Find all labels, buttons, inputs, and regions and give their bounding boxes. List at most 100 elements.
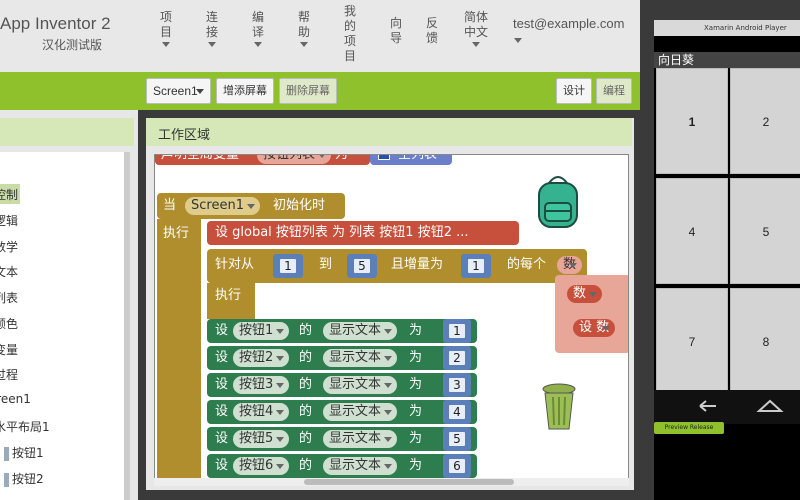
for-range-block[interactable]: 针对从 1 到 5 且增量为 1 的每个 数 [207, 249, 587, 283]
set-button-text-block[interactable]: 设按钮6 的显示文本为 6 [207, 454, 477, 478]
grid-cell-7[interactable]: 7 [656, 288, 728, 394]
grid-cell-8[interactable]: 8 [730, 288, 800, 394]
palette-item-variables[interactable]: 变量 [0, 341, 18, 358]
set-row-of: 的 [299, 404, 313, 419]
global-var-block[interactable]: 声明全局变量 按钮列表 为 [155, 155, 370, 165]
set-row-of: 的 [299, 377, 313, 392]
set-row-comp[interactable]: 按钮1 [233, 322, 290, 340]
set-row-set: 设 [215, 458, 229, 473]
set-global-list-block[interactable]: 设 global 按钮列表 为 列表 按钮1 按钮2 ... [207, 221, 519, 245]
set-row-comp[interactable]: 按钮6 [233, 457, 290, 475]
number-value: 4 [447, 403, 467, 421]
backpack-icon[interactable] [533, 169, 583, 233]
palette-scrollbar[interactable] [124, 152, 130, 500]
number-block[interactable]: 2 [443, 346, 471, 370]
number-block[interactable]: 6 [443, 454, 471, 478]
remove-screen-button[interactable]: 删除屏幕 [279, 78, 337, 104]
set-row-prop[interactable]: 显示文本 [323, 376, 398, 394]
set-row-set: 设 [215, 377, 229, 392]
for-range-body: 执行 [207, 283, 255, 319]
grid-cell-2[interactable]: 2 [730, 68, 800, 174]
tree-item-hlayout1[interactable]: 水平布局1 [0, 418, 50, 435]
menu-project[interactable]: 项目 [158, 10, 174, 47]
screen-select[interactable]: Screen1 [146, 78, 211, 104]
emulator-titlebar: Xamarin Android Player [654, 20, 800, 36]
scroll-thumb[interactable] [304, 479, 514, 485]
palette-item-math[interactable]: 数学 [0, 238, 18, 255]
set-button-text-block[interactable]: 设按钮4 的显示文本为 4 [207, 400, 477, 424]
chevron-down-icon [472, 42, 480, 47]
back-icon[interactable] [696, 398, 720, 414]
chevron-down-icon [196, 89, 204, 94]
set-button-text-block[interactable]: 设按钮3 的显示文本为 3 [207, 373, 477, 397]
tree-branch-icon [4, 446, 9, 461]
number-value: 2 [447, 349, 467, 367]
palette-item-colors[interactable]: 颜色 [0, 315, 18, 332]
trash-icon[interactable] [541, 383, 577, 431]
set-button-text-block[interactable]: 设按钮5 的显示文本为 5 [207, 427, 477, 451]
palette-header [0, 118, 134, 146]
number-value: 3 [447, 376, 467, 394]
set-row-to: 为 [409, 404, 423, 419]
blocks-button[interactable]: 编程 [596, 78, 632, 104]
menu-build[interactable]: 编译 [250, 10, 266, 47]
set-button-text-block[interactable]: 设按钮2 的显示文本为 2 [207, 346, 477, 370]
tree-item-screen1[interactable]: Screen1 [0, 392, 31, 406]
app-title: App Inventor 2 [0, 14, 111, 33]
set-row-set: 设 [215, 404, 229, 419]
from-number-block[interactable]: 1 [273, 254, 303, 278]
to-number-block[interactable]: 5 [347, 254, 377, 278]
number-block[interactable]: 5 [443, 427, 471, 451]
blocks-palette: 控制 逻辑 数学 文本 列表 颜色 变量 过程 Screen1 水平布局1 按钮… [0, 110, 138, 500]
set-row-prop[interactable]: 显示文本 [323, 457, 398, 475]
tree-item-button2[interactable]: 按钮2 [4, 470, 44, 487]
palette-item-text[interactable]: 文本 [0, 263, 18, 280]
menu-my-projects[interactable]: 我的项目 [342, 4, 358, 64]
set-row-comp[interactable]: 按钮5 [233, 430, 290, 448]
step-number-block[interactable]: 1 [461, 254, 491, 278]
palette-item-lists[interactable]: 列表 [0, 289, 18, 306]
number-block[interactable]: 4 [443, 400, 471, 424]
empty-list-block[interactable]: 空列表 [370, 155, 452, 165]
grid-cell-5[interactable]: 5 [730, 178, 800, 284]
set-row-prop[interactable]: 显示文本 [323, 430, 398, 448]
menu-language[interactable]: 简体中文 [462, 10, 490, 47]
loose-blocks-group[interactable]: 数 设 数 [555, 275, 628, 353]
set-row-prop[interactable]: 显示文本 [323, 322, 398, 340]
workspace-title: 工作区域 [158, 128, 211, 143]
designer-button[interactable]: 设计 [556, 78, 592, 104]
account-email[interactable]: test@example.com [513, 16, 624, 31]
set-row-set: 设 [215, 323, 229, 338]
set-row-to: 为 [409, 431, 423, 446]
screen-init-event-block[interactable]: 当 Screen1 初始化时 [157, 193, 345, 219]
set-row-prop[interactable]: 显示文本 [323, 403, 398, 421]
add-screen-button[interactable]: 增添屏幕 [216, 78, 274, 104]
menu-help[interactable]: 帮助 [296, 10, 312, 47]
menu-guide[interactable]: 向导 [388, 16, 404, 46]
chevron-down-icon[interactable] [514, 38, 522, 43]
tree-item-button1[interactable]: 按钮1 [4, 444, 44, 461]
palette-item-control[interactable]: 控制 [0, 186, 18, 203]
toolbar: Screen1 增添屏幕 删除屏幕 设计 编程 [0, 72, 640, 110]
grid-cell-4[interactable]: 4 [656, 178, 728, 284]
menu-connect[interactable]: 连接 [204, 10, 220, 47]
blocks-canvas[interactable]: 声明全局变量 按钮列表 为 空列表 当 Screen1 初始化时 执行 设 gl… [154, 154, 629, 486]
home-icon[interactable] [756, 398, 784, 414]
set-row-comp[interactable]: 按钮2 [233, 349, 290, 367]
chevron-down-icon [254, 42, 262, 47]
number-value: 6 [447, 457, 467, 475]
set-row-to: 为 [409, 377, 423, 392]
canvas-h-scrollbar[interactable] [154, 478, 629, 486]
preview-release-badge: Preview Release [654, 422, 724, 434]
set-row-comp[interactable]: 按钮4 [233, 403, 290, 421]
number-block[interactable]: 3 [443, 373, 471, 397]
set-button-text-block[interactable]: 设按钮1 的显示文本为 1 [207, 319, 477, 343]
palette-item-procedures[interactable]: 过程 [0, 366, 18, 383]
number-block[interactable]: 1 [443, 319, 471, 343]
number-value: 1 [447, 322, 467, 340]
set-row-comp[interactable]: 按钮3 [233, 376, 290, 394]
grid-cell-1[interactable]: 1 [656, 68, 728, 174]
set-row-prop[interactable]: 显示文本 [323, 349, 398, 367]
menu-feedback[interactable]: 反馈 [424, 16, 440, 46]
palette-item-logic[interactable]: 逻辑 [0, 212, 18, 229]
